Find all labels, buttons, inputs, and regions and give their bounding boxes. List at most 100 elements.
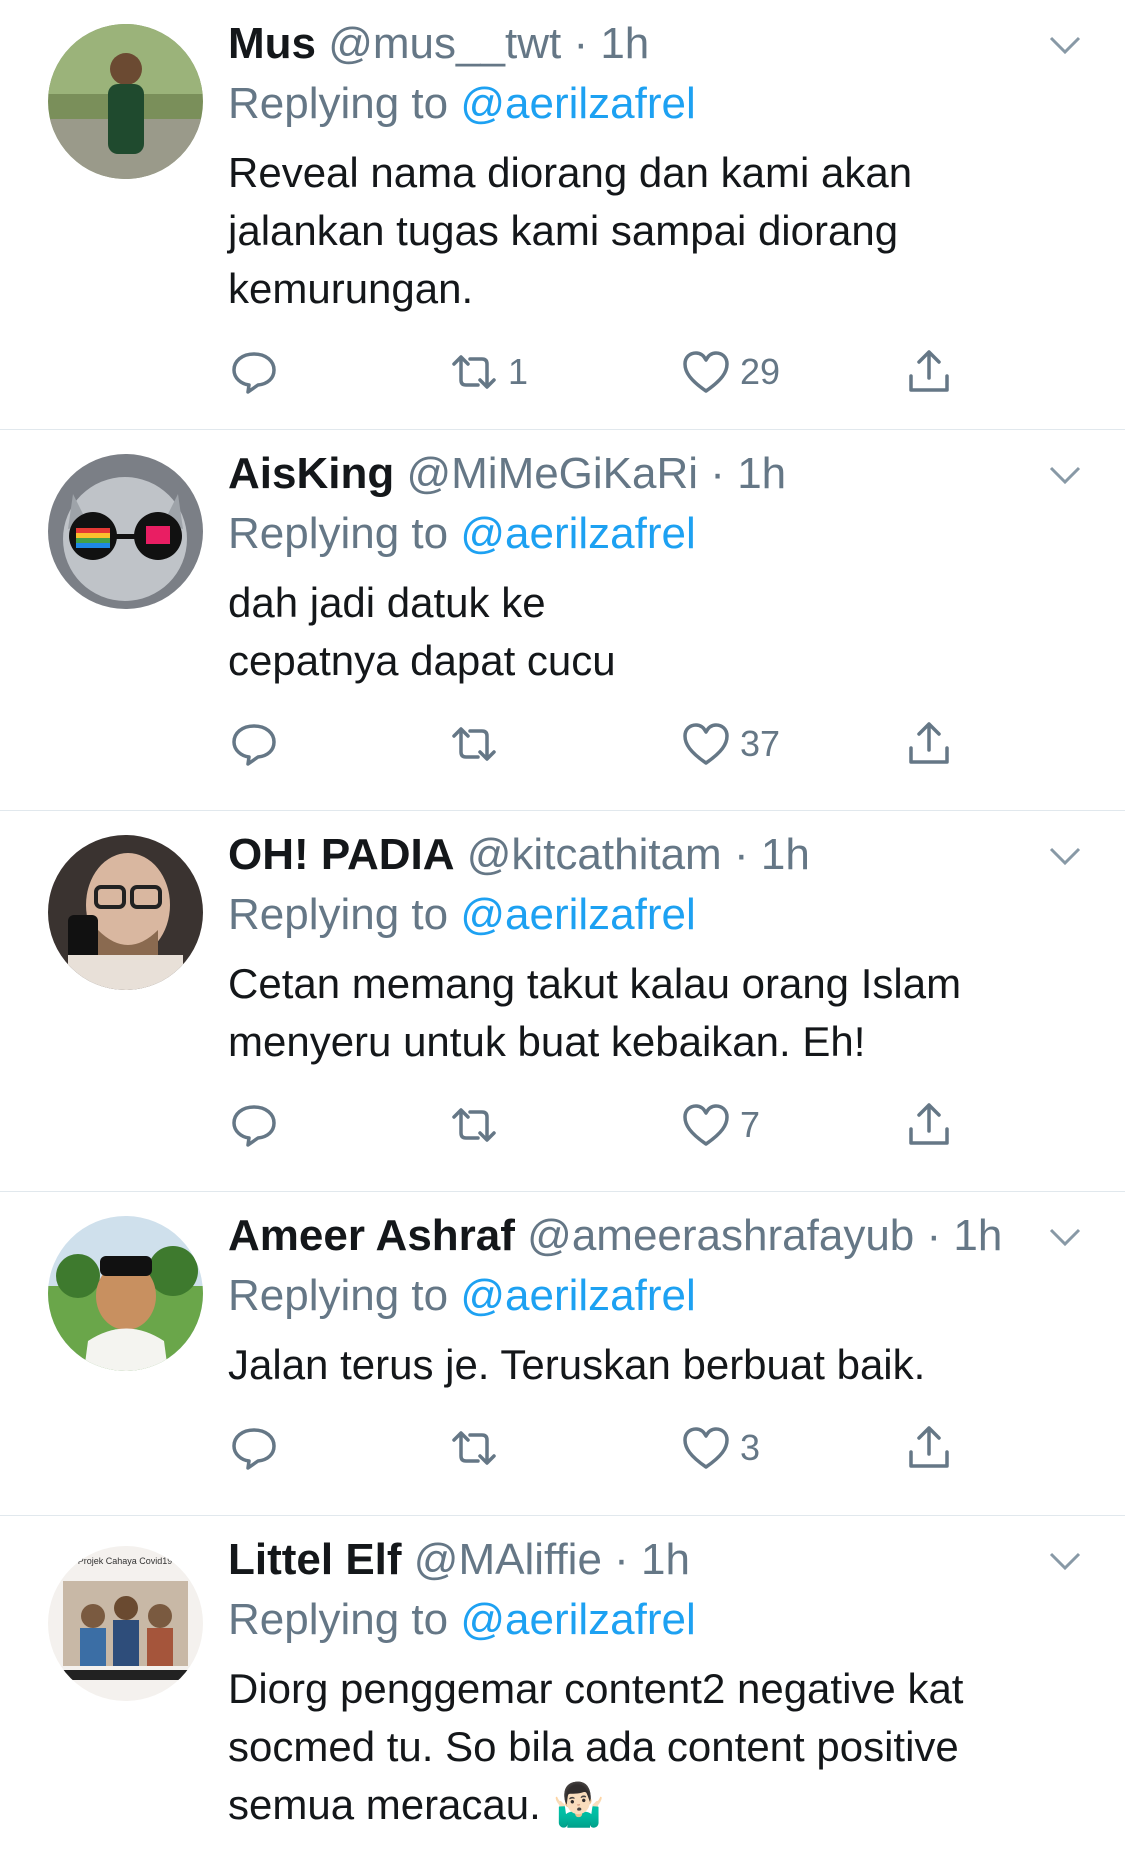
like-icon [683,1104,729,1146]
retweet-icon [452,355,496,389]
like-button[interactable]: 7 [680,1095,760,1155]
like-icon [683,723,729,765]
avatar[interactable] [48,24,203,179]
retweet-count: 1 [508,351,529,392]
tweet-text: Diorg penggemar content2 negative kat so… [228,1660,1065,1834]
chevron-down-icon[interactable] [1045,841,1085,871]
retweet-icon [452,727,496,761]
replying-to: Replying to @aerilzafrel [228,1270,1065,1322]
mention-link[interactable]: @aerilzafrel [460,79,695,128]
share-button[interactable] [903,1095,955,1155]
chevron-down-icon[interactable] [1045,460,1085,490]
share-button[interactable] [903,342,955,402]
tweet-text-line: kemurungan. [228,265,474,312]
reply-tweet[interactable]: OH! PADIA @kitcathitam · 1h Replying to … [0,811,1125,1192]
like-button[interactable]: 37 [680,714,780,774]
timestamp[interactable]: 1h [737,449,786,498]
reply-icon [232,352,276,394]
replying-to: Replying to @aerilzafrel [228,1594,1065,1646]
separator-dot: · [614,1535,629,1584]
like-count: 3 [740,1427,761,1468]
like-count: 29 [740,351,781,392]
replying-to: Replying to @aerilzafrel [228,889,1065,941]
replying-to-label: Replying to [228,509,461,558]
reply-icon [232,724,276,766]
retweet-icon [452,1108,496,1142]
reply-tweet[interactable]: AisKing @MiMeGiKaRi · 1h Replying to @ae… [0,430,1125,811]
retweet-button[interactable] [448,1095,508,1155]
avatar[interactable] [48,454,203,609]
timestamp[interactable]: 1h [641,1535,690,1584]
tweet-text: dah jadi datuk ke cepatnya dapat cucu [228,574,1065,690]
replying-to: Replying to @aerilzafrel [228,508,1065,560]
chevron-down-icon[interactable] [1045,1546,1085,1576]
mention-link[interactable]: @aerilzafrel [460,1595,695,1644]
avatar[interactable]: Projek Cahaya Covid19 [48,1546,203,1701]
separator-dot: · [926,1211,942,1260]
retweet-button[interactable]: 1 [448,342,528,402]
avatar[interactable] [48,1216,203,1371]
user-handle[interactable]: @kitcathitam [467,830,722,879]
share-icon [909,1426,949,1468]
reply-icon [232,1428,276,1470]
like-count: 37 [740,723,781,764]
reply-tweet[interactable]: Mus @mus__twt · 1h Replying to @aerilzaf… [0,0,1125,430]
share-button[interactable] [903,714,955,774]
reply-button[interactable] [228,1418,280,1478]
separator-dot: · [710,449,725,498]
replying-to: Replying to @aerilzafrel [228,78,1065,130]
user-handle[interactable]: @mus__twt [328,19,561,68]
avatar-caption: Projek Cahaya Covid19 [78,1556,173,1566]
chevron-down-icon[interactable] [1045,1222,1085,1252]
like-count: 7 [740,1104,761,1145]
share-icon [909,1103,949,1145]
tweet-text-line: jalankan tugas kami sampai diorang [228,207,899,254]
like-icon [683,351,729,393]
tweet-text-line: Jalan terus je. Teruskan berbuat baik. [228,1341,926,1388]
mention-link[interactable]: @aerilzafrel [460,1271,695,1320]
action-bar: 37 [228,714,1065,774]
share-button[interactable] [903,1418,955,1478]
like-button[interactable]: 29 [680,342,780,402]
replies-feed: Mus @mus__twt · 1h Replying to @aerilzaf… [0,0,1125,1867]
tweet-text-line: Diorg penggemar content2 negative kat [228,1665,964,1712]
like-icon [683,1427,729,1469]
reply-tweet[interactable]: Ameer Ashraf @ameerashrafayub · 1h Reply… [0,1192,1125,1516]
timestamp[interactable]: 1h [761,830,810,879]
display-name[interactable]: Ameer Ashraf [228,1211,515,1260]
reply-button[interactable] [228,1095,280,1155]
retweet-button[interactable] [448,1418,508,1478]
display-name[interactable]: AisKing [228,449,394,498]
action-bar: 1 29 [228,342,1065,402]
display-name[interactable]: Mus [228,19,316,68]
tweet-text: Jalan terus je. Teruskan berbuat baik. [228,1336,1065,1394]
display-name[interactable]: OH! PADIA [228,830,455,879]
tweet-text-line: socmed tu. So bila ada content positive [228,1723,959,1770]
user-handle[interactable]: @MiMeGiKaRi [406,449,698,498]
replying-to-label: Replying to [228,79,461,128]
tweet-text-line: semua meracau. 🤷🏻‍♂️ [228,1781,605,1828]
tweet-text-line: Reveal nama diorang dan kami akan [228,149,913,196]
user-handle[interactable]: @MAliffie [414,1535,602,1584]
mention-link[interactable]: @aerilzafrel [460,890,695,939]
timestamp[interactable]: 1h [600,19,649,68]
chevron-down-icon[interactable] [1045,30,1085,60]
tweet-text: Reveal nama diorang dan kami akan jalank… [228,144,1065,318]
retweet-button[interactable] [448,714,508,774]
timestamp[interactable]: 1h [953,1211,1002,1260]
tweet-header: Littel Elf @MAliffie · 1h [228,1516,1065,1586]
reply-tweet[interactable]: Projek Cahaya Covid19 Littel Elf @MAliff… [0,1516,1125,1867]
reply-button[interactable] [228,342,280,402]
mention-link[interactable]: @aerilzafrel [460,509,695,558]
avatar[interactable] [48,835,203,990]
reply-icon [232,1105,276,1147]
reply-button[interactable] [228,714,280,774]
tweet-header: OH! PADIA @kitcathitam · 1h [228,811,1065,881]
tweet-header: Mus @mus__twt · 1h [228,0,1065,70]
retweet-icon [452,1431,496,1465]
like-button[interactable]: 3 [680,1418,760,1478]
tweet-text-line: dah jadi datuk ke [228,579,546,626]
tweet-text-line: menyeru untuk buat kebaikan. Eh! [228,1018,866,1065]
user-handle[interactable]: @ameerashrafayub [527,1211,914,1260]
display-name[interactable]: Littel Elf [228,1535,402,1584]
